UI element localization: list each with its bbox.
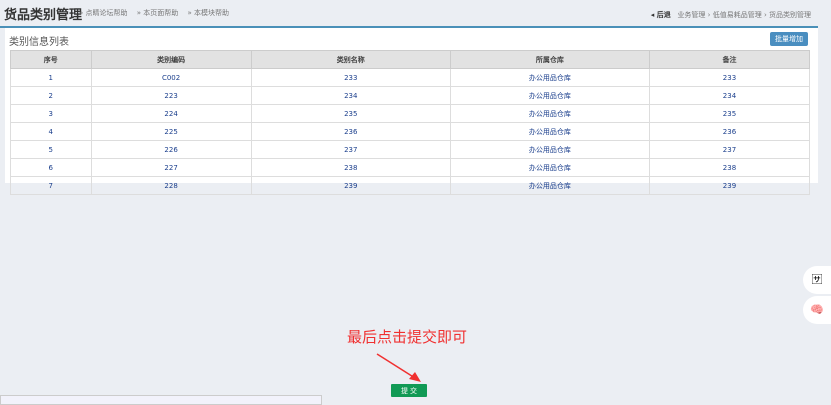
column-header: 所属仓库 <box>449 50 650 69</box>
table-cell: 3 <box>10 104 92 123</box>
table-cell[interactable]: 239 <box>250 176 451 195</box>
table-cell: 234 <box>648 86 811 105</box>
breadcrumb-sep: › <box>707 11 711 19</box>
translate-icon[interactable]: 🈂 <box>803 266 831 294</box>
breadcrumb-item: 货品类别管理 <box>769 11 811 19</box>
table-cell[interactable]: 223 <box>90 86 252 105</box>
table-cell[interactable]: 233 <box>250 68 451 87</box>
column-header: 序号 <box>10 50 92 69</box>
batch-add-button[interactable]: 批量增加 <box>770 32 808 46</box>
table-cell: 238 <box>648 158 811 177</box>
table-cell[interactable]: 226 <box>90 140 252 159</box>
table-cell: 办公用品仓库 <box>449 122 650 141</box>
table-row: 7 228 239 办公用品仓库 239 <box>10 176 811 195</box>
help-links: » 点睛论坛帮助 » 本页面帮助 » 本模块帮助 <box>79 8 236 18</box>
column-header: 类别名称 <box>250 50 451 69</box>
breadcrumb-item[interactable]: 低值易耗品管理 <box>713 11 762 19</box>
table-cell[interactable]: 235 <box>250 104 451 123</box>
table-cell: 办公用品仓库 <box>449 68 650 87</box>
breadcrumb: ◂ 后退 业务管理 › 低值易耗品管理 › 货品类别管理 <box>651 10 811 20</box>
table-cell: 235 <box>648 104 811 123</box>
table-cell: 1 <box>10 68 92 87</box>
table-row: 6 227 238 办公用品仓库 238 <box>10 158 811 177</box>
help-link-forum[interactable]: » 点睛论坛帮助 <box>79 9 128 17</box>
back-button[interactable]: ◂ 后退 <box>651 11 671 19</box>
table-cell: 办公用品仓库 <box>449 140 650 159</box>
page-title: 货品类别管理 <box>4 8 83 23</box>
column-header: 备注 <box>648 50 811 69</box>
table-cell[interactable]: 237 <box>250 140 451 159</box>
table-cell: 7 <box>10 176 92 195</box>
table-cell: 239 <box>648 176 811 195</box>
arrow-icon <box>376 353 421 382</box>
table-row: 3 224 235 办公用品仓库 235 <box>10 104 811 123</box>
breadcrumb-sep: › <box>763 11 767 19</box>
submit-button[interactable]: 提 交 <box>391 384 427 397</box>
table-cell: 4 <box>10 122 92 141</box>
table-cell: 6 <box>10 158 92 177</box>
table-cell[interactable]: 227 <box>90 158 252 177</box>
brain-icon[interactable]: 🧠 <box>803 296 831 324</box>
table-cell[interactable]: 236 <box>250 122 451 141</box>
table-cell: 办公用品仓库 <box>449 176 650 195</box>
table-cell[interactable]: 225 <box>90 122 252 141</box>
category-table: 序号 类别编码 类别名称 所属仓库 备注 1 C002 233 办公用品仓库 233 2 223 23… <box>10 50 811 195</box>
table-cell: 5 <box>10 140 92 159</box>
table-cell: 233 <box>648 68 811 87</box>
table-cell: 236 <box>648 122 811 141</box>
panel-title: 类别信息列表 <box>9 37 69 48</box>
page-header: 货品类别管理 » 点睛论坛帮助 » 本页面帮助 » 本模块帮助 ◂ 后退 业务管… <box>0 0 831 27</box>
table-cell[interactable]: 224 <box>90 104 252 123</box>
breadcrumb-item[interactable]: 业务管理 <box>677 11 705 19</box>
table-cell: 办公用品仓库 <box>449 104 650 123</box>
table-cell[interactable]: 238 <box>250 158 451 177</box>
table-cell: 办公用品仓库 <box>449 158 650 177</box>
table-row: 5 226 237 办公用品仓库 237 <box>10 140 811 159</box>
table-row: 2 223 234 办公用品仓库 234 <box>10 86 811 105</box>
table-cell: 2 <box>10 86 92 105</box>
table-cell[interactable]: 228 <box>90 176 252 195</box>
table-cell[interactable]: 234 <box>250 86 451 105</box>
help-link-page[interactable]: » 本页面帮助 <box>137 9 179 17</box>
category-list-panel: 类别信息列表 批量增加 序号 类别编码 类别名称 所属仓库 备注 1 C002 233 办公用… <box>5 28 818 195</box>
bottom-bar <box>0 395 322 405</box>
table-cell[interactable]: C002 <box>90 68 252 87</box>
table-row: 1 C002 233 办公用品仓库 233 <box>10 68 811 87</box>
table-row: 4 225 236 办公用品仓库 236 <box>10 122 811 141</box>
help-link-module[interactable]: » 本模块帮助 <box>188 9 230 17</box>
table-cell: 办公用品仓库 <box>449 86 650 105</box>
table-cell: 237 <box>648 140 811 159</box>
column-header: 类别编码 <box>90 50 252 69</box>
annotation-text: 最后点击提交即可 <box>347 328 468 346</box>
